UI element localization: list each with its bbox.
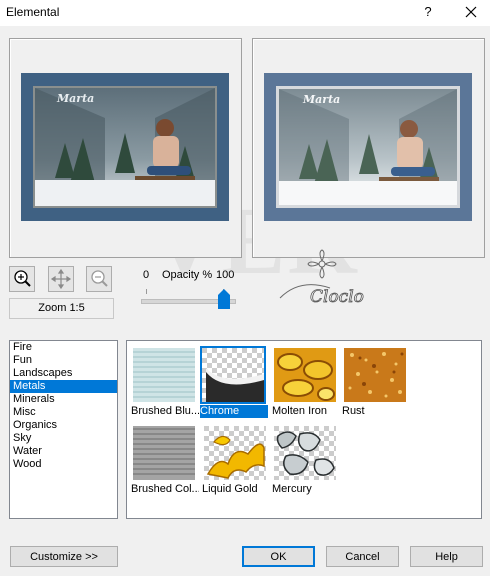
result-preview[interactable]: Marta: [252, 38, 485, 258]
preset-thumbnail: [274, 348, 336, 402]
category-item-fire[interactable]: Fire: [10, 341, 117, 354]
preset-brushed-color[interactable]: Brushed Col...: [129, 421, 199, 497]
preview-caption: Marta: [303, 93, 341, 106]
preset-thumbnail: [133, 348, 195, 402]
cancel-button[interactable]: Cancel: [326, 546, 399, 567]
pan-button[interactable]: [48, 266, 74, 292]
preset-label: Mercury: [272, 483, 312, 495]
opacity-min-label: 0: [143, 269, 150, 281]
preset-thumbnail: [274, 426, 336, 480]
preview-frame: Marta: [264, 73, 472, 221]
ok-button[interactable]: OK: [242, 546, 315, 567]
preset-gallery[interactable]: Brushed Blu... Chrome Molten Iron Rust B…: [126, 340, 482, 519]
category-item-fun[interactable]: Fun: [10, 354, 117, 367]
preset-label: Molten Iron: [272, 405, 328, 417]
zoom-in-icon: [14, 270, 31, 287]
preview-caption: Marta: [57, 92, 95, 105]
preset-thumbnail: [204, 426, 266, 480]
category-list[interactable]: Fire Fun Landscapes Metals Minerals Misc Organ…: [9, 340, 118, 519]
category-item-metals[interactable]: Metals: [10, 380, 117, 393]
preset-label: Liquid Gold: [202, 483, 258, 495]
preview-image: Marta: [33, 86, 217, 208]
preset-liquid-gold[interactable]: Liquid Gold: [200, 421, 270, 497]
preview-image: Marta: [276, 86, 460, 208]
opacity-max-label: 100: [216, 269, 235, 281]
help-title-button[interactable]: ?: [418, 2, 438, 22]
category-item-water[interactable]: Water: [10, 445, 117, 458]
preset-label: Brushed Blu...: [131, 405, 199, 417]
category-item-landscapes[interactable]: Landscapes: [10, 367, 117, 380]
winter-scene-chrome-image: [279, 89, 457, 205]
zoom-in-button[interactable]: [9, 266, 35, 292]
winter-scene-image: [35, 88, 215, 206]
customize-button[interactable]: Customize >>: [10, 546, 118, 567]
title-bar: Elemental ?: [0, 0, 490, 26]
help-button[interactable]: Help: [410, 546, 483, 567]
zoom-out-icon: [91, 270, 108, 287]
cloclo-logo: Cloclo: [279, 249, 364, 307]
preset-thumbnail: [200, 346, 266, 404]
opacity-slider-thumb[interactable]: [218, 289, 230, 309]
original-preview[interactable]: Marta: [9, 38, 242, 258]
preset-label: Brushed Col...: [131, 483, 199, 495]
category-item-sky[interactable]: Sky: [10, 432, 117, 445]
preset-label: Chrome: [200, 405, 268, 418]
move-icon: [50, 268, 72, 290]
preset-thumbnail: [133, 426, 195, 480]
category-item-organics[interactable]: Organics: [10, 419, 117, 432]
category-item-misc[interactable]: Misc: [10, 406, 117, 419]
preset-rust[interactable]: Rust: [340, 343, 410, 419]
zoom-level-label: Zoom 1:5: [9, 298, 114, 319]
preset-label: Rust: [342, 405, 365, 417]
preset-brushed-blue[interactable]: Brushed Blu...: [129, 343, 199, 419]
opacity-title: Opacity %: [162, 269, 213, 281]
preset-molten-iron[interactable]: Molten Iron: [270, 343, 340, 419]
preset-thumbnail: [344, 348, 406, 402]
logo-text: Cloclo: [310, 287, 364, 307]
preset-chrome[interactable]: Chrome: [198, 343, 268, 419]
preview-frame: Marta: [21, 73, 229, 221]
preset-mercury[interactable]: Mercury: [270, 421, 340, 497]
zoom-out-button[interactable]: [86, 266, 112, 292]
category-item-wood[interactable]: Wood: [10, 458, 117, 471]
close-icon[interactable]: [460, 2, 482, 22]
window-title: Elemental: [6, 5, 60, 19]
slider-tick: [146, 289, 147, 294]
category-item-minerals[interactable]: Minerals: [10, 393, 117, 406]
